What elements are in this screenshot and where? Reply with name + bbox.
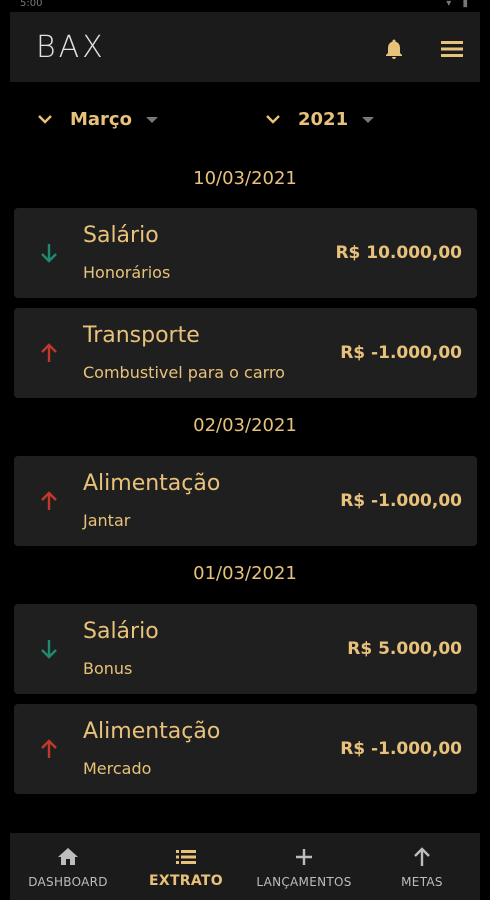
- bell-icon[interactable]: [382, 37, 406, 61]
- transaction-subtitle: Jantar: [83, 511, 131, 530]
- transaction-title: Salário: [83, 223, 159, 248]
- bottom-nav: DASHBOARD EXTRATO LANÇAMENTOS METAS: [10, 833, 480, 900]
- chevron-down-icon: [266, 115, 280, 124]
- transaction-card[interactable]: Salário Bonus R$ 5.000,00: [14, 604, 477, 694]
- nav-label: DASHBOARD: [28, 875, 108, 889]
- year-select[interactable]: 2021: [264, 100, 375, 138]
- transaction-subtitle: Bonus: [83, 659, 133, 678]
- status-icons: ▾ ▮: [446, 0, 472, 9]
- nav-label: EXTRATO: [149, 873, 223, 889]
- nav-extrato[interactable]: EXTRATO: [138, 833, 234, 900]
- filters-row: Março 2021: [0, 100, 490, 138]
- arrow-down-icon: [41, 640, 57, 659]
- transaction-card[interactable]: Alimentação Mercado R$ -1.000,00: [14, 704, 477, 794]
- transaction-card[interactable]: Salário Honorários R$ 10.000,00: [14, 208, 477, 298]
- dropdown-caret-icon: [362, 117, 375, 123]
- menu-icon[interactable]: [441, 39, 463, 59]
- transaction-amount: R$ -1.000,00: [340, 491, 462, 511]
- transaction-title: Salário: [83, 619, 159, 644]
- transaction-amount: R$ 10.000,00: [335, 243, 462, 263]
- transaction-subtitle: Mercado: [83, 759, 152, 778]
- dropdown-caret-icon: [145, 117, 158, 123]
- status-bar: 5:00 ▾ ▮: [0, 0, 490, 12]
- transaction-title: Transporte: [83, 323, 200, 348]
- nav-label: METAS: [401, 875, 443, 889]
- arrow-up-icon: [414, 847, 430, 866]
- year-value: 2021: [298, 108, 349, 130]
- transaction-amount: R$ -1.000,00: [340, 343, 462, 363]
- transaction-card[interactable]: Alimentação Jantar R$ -1.000,00: [14, 456, 477, 546]
- transaction-card[interactable]: Transporte Combustivel para o carro R$ -…: [14, 308, 477, 398]
- transaction-amount: R$ 5.000,00: [347, 639, 462, 659]
- transaction-subtitle: Combustivel para o carro: [83, 363, 285, 382]
- date-header: 02/03/2021: [193, 415, 297, 436]
- nav-dashboard[interactable]: DASHBOARD: [18, 833, 118, 900]
- month-select[interactable]: Março: [36, 100, 158, 138]
- app-logo: BAX: [36, 30, 106, 65]
- arrow-up-icon: [41, 491, 57, 510]
- app-bar: BAX: [10, 12, 480, 82]
- transaction-title: Alimentação: [83, 471, 221, 496]
- status-time: 5:00: [20, 0, 43, 9]
- date-header: 10/03/2021: [193, 168, 297, 189]
- plus-icon: [296, 849, 312, 865]
- transaction-amount: R$ -1.000,00: [340, 739, 462, 759]
- nav-metas[interactable]: METAS: [382, 833, 462, 900]
- month-value: Março: [70, 108, 132, 130]
- home-icon: [58, 848, 78, 865]
- transaction-subtitle: Honorários: [83, 263, 171, 282]
- nav-lancamentos[interactable]: LANÇAMENTOS: [250, 833, 358, 900]
- arrow-up-icon: [41, 343, 57, 362]
- list-icon: [176, 850, 196, 864]
- arrow-up-icon: [41, 739, 57, 758]
- date-header: 01/03/2021: [193, 563, 297, 584]
- chevron-down-icon: [38, 115, 52, 124]
- transaction-title: Alimentação: [83, 719, 221, 744]
- nav-label: LANÇAMENTOS: [256, 875, 352, 889]
- arrow-down-icon: [41, 244, 57, 263]
